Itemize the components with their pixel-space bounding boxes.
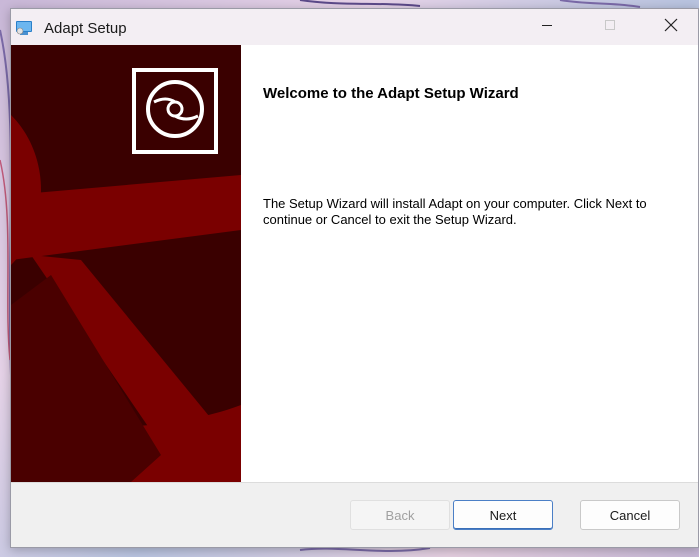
wizard-side-banner: [11, 45, 241, 482]
wizard-content: Welcome to the Adapt Setup Wizard The Se…: [241, 45, 698, 482]
title-bar[interactable]: Adapt Setup: [11, 9, 698, 45]
minimize-button[interactable]: [524, 9, 570, 45]
maximize-button[interactable]: [587, 9, 633, 45]
window-title: Adapt Setup: [44, 20, 127, 37]
welcome-description: The Setup Wizard will install Adapt on y…: [263, 196, 647, 227]
setup-window: Adapt Setup Welcome to the Adapt Setup W…: [10, 8, 699, 548]
disc-logo: [132, 68, 218, 154]
close-icon: [664, 18, 678, 37]
installer-icon: [15, 20, 33, 36]
maximize-icon: [604, 18, 616, 36]
back-button[interactable]: Back: [350, 500, 450, 530]
minimize-icon: [541, 18, 553, 36]
disc-icon: [144, 78, 206, 145]
cancel-button[interactable]: Cancel: [580, 500, 680, 530]
button-bar: Back Next Cancel: [11, 482, 698, 547]
close-button[interactable]: [648, 9, 694, 45]
welcome-heading: Welcome to the Adapt Setup Wizard: [263, 85, 519, 102]
next-button[interactable]: Next: [453, 500, 553, 530]
